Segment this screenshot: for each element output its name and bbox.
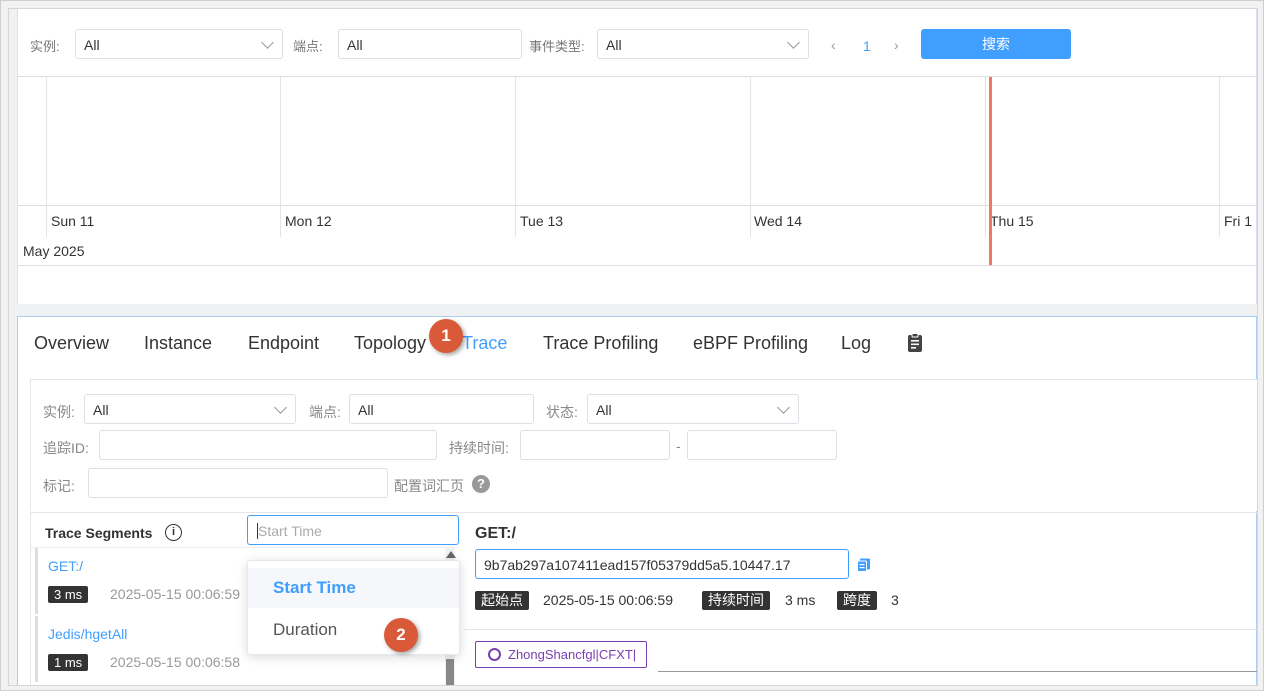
- tab-log[interactable]: Log: [841, 333, 871, 354]
- tab-trace[interactable]: Trace: [462, 333, 507, 354]
- service-tag-label: ZhongShancfgl|CFXT|: [508, 647, 637, 662]
- timeline-axis-line: [18, 205, 1257, 206]
- service-tag[interactable]: ZhongShancfgl|CFXT|: [475, 641, 648, 668]
- tab-overview[interactable]: Overview: [34, 333, 109, 354]
- prev-page-icon[interactable]: ‹: [831, 37, 836, 53]
- event-type-select-value: All: [606, 37, 622, 53]
- segment-name[interactable]: Jedis/hgetAll: [48, 626, 127, 642]
- trace-instance-select[interactable]: All: [84, 394, 296, 424]
- info-icon[interactable]: i: [165, 524, 182, 541]
- tags-input[interactable]: [88, 468, 388, 498]
- event-type-label: 事件类型:: [529, 39, 585, 54]
- instance-label: 实例:: [30, 39, 60, 54]
- timeline-day-label: Mon 12: [285, 213, 332, 229]
- tab-endpoint[interactable]: Endpoint: [248, 333, 319, 354]
- duration-min-input[interactable]: [520, 430, 670, 460]
- instance-select[interactable]: All: [75, 29, 283, 59]
- timeline-day-label: Wed 14: [754, 213, 802, 229]
- search-button[interactable]: 搜索: [921, 29, 1071, 59]
- current-time-marker: [989, 77, 992, 265]
- segment-duration-badge: 1 ms: [48, 654, 89, 671]
- sort-option-start-time[interactable]: Start Time: [248, 568, 459, 608]
- timeline-gridline: [46, 77, 47, 237]
- trace-detail-title: GET:/: [475, 525, 516, 542]
- segment-start-time: 2025-05-15 00:06:59: [110, 586, 240, 602]
- trace-filter-form: 实例: All 端点: All 状态: All 追踪ID: 持续时间: - 标记…: [30, 379, 1257, 511]
- trace-instance-label: 实例:: [43, 404, 75, 420]
- trace-segments-area: Trace Segments i Start Time GET:/ 3 ms 2…: [30, 512, 1257, 685]
- app-window: 实例: All 端点: All 事件类型: All ‹ 1 › 搜索 Sun 1…: [8, 8, 1258, 686]
- event-type-select[interactable]: All: [597, 29, 809, 59]
- start-time-tag: 起始点: [475, 591, 529, 610]
- callout-badge-2: 2: [384, 618, 418, 652]
- dashboard-panel: Overview Instance Endpoint Topology Trac…: [17, 316, 1257, 685]
- tags-label: 标记:: [43, 478, 75, 494]
- event-timeline[interactable]: Sun 11 Mon 12 Tue 13 Wed 14 Thu 15 Fri 1…: [18, 76, 1257, 266]
- event-panel: 实例: All 端点: All 事件类型: All ‹ 1 › 搜索 Sun 1…: [17, 9, 1257, 304]
- segments-title: Trace Segments: [45, 525, 153, 541]
- trace-endpoint-input-value: All: [358, 402, 374, 418]
- screenshot-frame: 实例: All 端点: All 事件类型: All ‹ 1 › 搜索 Sun 1…: [0, 0, 1264, 691]
- duration-tag: 持续时间: [702, 591, 770, 610]
- endpoint-input-value: All: [347, 37, 363, 53]
- circle-icon: [488, 648, 501, 661]
- timeline-day-label: Fri 1: [1224, 213, 1252, 229]
- scrollbar-thumb[interactable]: [446, 659, 454, 685]
- next-page-icon[interactable]: ›: [894, 37, 899, 53]
- endpoint-input[interactable]: All: [338, 29, 522, 59]
- segment-name[interactable]: GET:/: [48, 558, 83, 574]
- timeline-day-label: Sun 11: [51, 213, 95, 229]
- timeline-gridline: [1219, 77, 1220, 237]
- start-time-value: 2025-05-15 00:06:59: [543, 592, 673, 608]
- span-bar-line: [658, 671, 1257, 672]
- status-label: 状态:: [546, 404, 578, 420]
- chevron-down-icon: [274, 401, 287, 414]
- trace-instance-select-value: All: [93, 402, 109, 418]
- timeline-day-label: Tue 13: [520, 213, 564, 229]
- sort-dropdown-menu: Start Time Duration: [247, 560, 460, 655]
- span-value: 3: [891, 592, 899, 608]
- trace-id-select[interactable]: 9b7ab297a107411ead157f05379dd5a5.10447.1…: [475, 549, 849, 579]
- sort-select[interactable]: Start Time: [247, 515, 459, 545]
- segment-duration-badge: 3 ms: [48, 586, 89, 603]
- detail-divider: [463, 629, 1257, 630]
- callout-badge-1: 1: [429, 319, 463, 353]
- copy-icon[interactable]: [857, 558, 871, 572]
- timeline-gridline: [985, 77, 986, 237]
- timeline-gridline: [515, 77, 516, 237]
- timeline-month-label: May 2025: [23, 243, 85, 259]
- instance-select-value: All: [84, 37, 100, 53]
- sort-option-duration[interactable]: Duration: [248, 610, 459, 650]
- timeline-gridline: [750, 77, 751, 237]
- trace-id-value: 9b7ab297a107411ead157f05379dd5a5.10447.1…: [484, 557, 791, 573]
- chevron-down-icon: [777, 401, 790, 414]
- chevron-down-icon: [261, 36, 274, 49]
- timeline-gridline: [280, 77, 281, 237]
- tab-topology[interactable]: Topology: [354, 333, 426, 354]
- sort-select-placeholder: Start Time: [258, 523, 322, 539]
- status-select-value: All: [596, 402, 612, 418]
- tab-ebpf-profiling[interactable]: eBPF Profiling: [693, 333, 808, 354]
- tab-instance[interactable]: Instance: [144, 333, 212, 354]
- duration-max-input[interactable]: [687, 430, 837, 460]
- chevron-down-icon: [787, 36, 800, 49]
- trace-endpoint-input[interactable]: All: [349, 394, 534, 424]
- tags-vocab-link[interactable]: 配置词汇页: [394, 476, 464, 496]
- segment-start-time: 2025-05-15 00:06:58: [110, 654, 240, 670]
- span-tag: 跨度: [837, 591, 877, 610]
- tab-trace-profiling[interactable]: Trace Profiling: [543, 333, 658, 354]
- endpoint-label: 端点:: [293, 39, 323, 54]
- duration-value: 3 ms: [785, 592, 816, 608]
- trace-id-label: 追踪ID:: [43, 440, 89, 456]
- duration-label: 持续时间:: [449, 440, 509, 456]
- status-select[interactable]: All: [587, 394, 799, 424]
- scroll-up-arrow-icon[interactable]: [446, 551, 456, 558]
- trace-id-input[interactable]: [99, 430, 437, 460]
- trace-endpoint-label: 端点:: [309, 404, 341, 420]
- current-page[interactable]: 1: [863, 38, 871, 54]
- duration-separator: -: [676, 438, 681, 454]
- help-icon[interactable]: ?: [472, 475, 490, 493]
- clipboard-icon[interactable]: [907, 333, 925, 353]
- timeline-day-label: Thu 15: [990, 213, 1034, 229]
